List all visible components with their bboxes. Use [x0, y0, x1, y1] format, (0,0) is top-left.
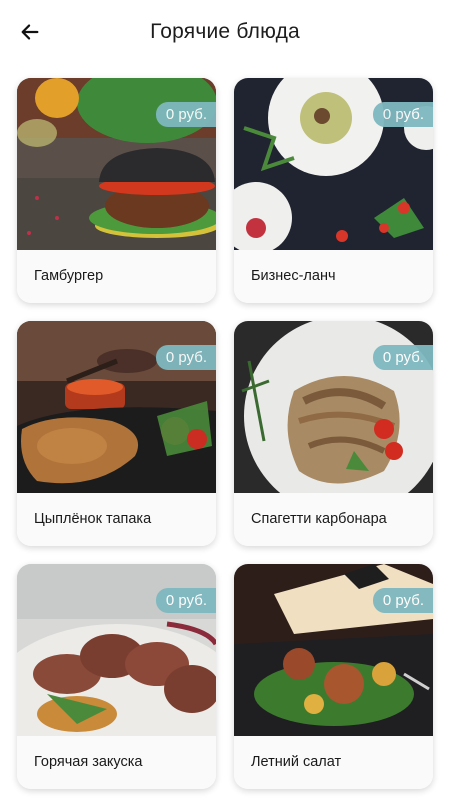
- dish-card-summer-salad[interactable]: 0 руб. Летний салат: [234, 564, 433, 789]
- dish-name: Бизнес-ланч: [234, 250, 433, 303]
- price-badge: 0 руб.: [372, 588, 433, 613]
- dish-card-chicken-tapaka[interactable]: 0 руб. Цыплёнок тапака: [17, 321, 216, 546]
- dish-card-burger[interactable]: 0 руб. Гамбургер: [17, 78, 216, 303]
- price-badge: 0 руб.: [155, 102, 216, 127]
- price-badge: 0 руб.: [155, 345, 216, 370]
- dish-grid: 0 руб. Гамбургер 0 руб. Бизнес-ланч 0 ру…: [17, 78, 433, 789]
- dish-card-spaghetti-carbonara[interactable]: 0 руб. Спагетти карбонара: [234, 321, 433, 546]
- dish-card-hot-appetizer[interactable]: 0 руб. Горячая закуска: [17, 564, 216, 789]
- price-badge: 0 руб.: [372, 345, 433, 370]
- dish-name: Гамбургер: [17, 250, 216, 303]
- dish-name: Спагетти карбонара: [234, 493, 433, 546]
- app-bar: Горячие блюда: [0, 0, 450, 64]
- page-title: Горячие блюда: [150, 20, 300, 43]
- dish-name: Горячая закуска: [17, 736, 216, 789]
- dish-card-business-lunch[interactable]: 0 руб. Бизнес-ланч: [234, 78, 433, 303]
- dish-name: Летний салат: [234, 736, 433, 789]
- dish-name: Цыплёнок тапака: [17, 493, 216, 546]
- price-badge: 0 руб.: [155, 588, 216, 613]
- price-badge: 0 руб.: [372, 102, 433, 127]
